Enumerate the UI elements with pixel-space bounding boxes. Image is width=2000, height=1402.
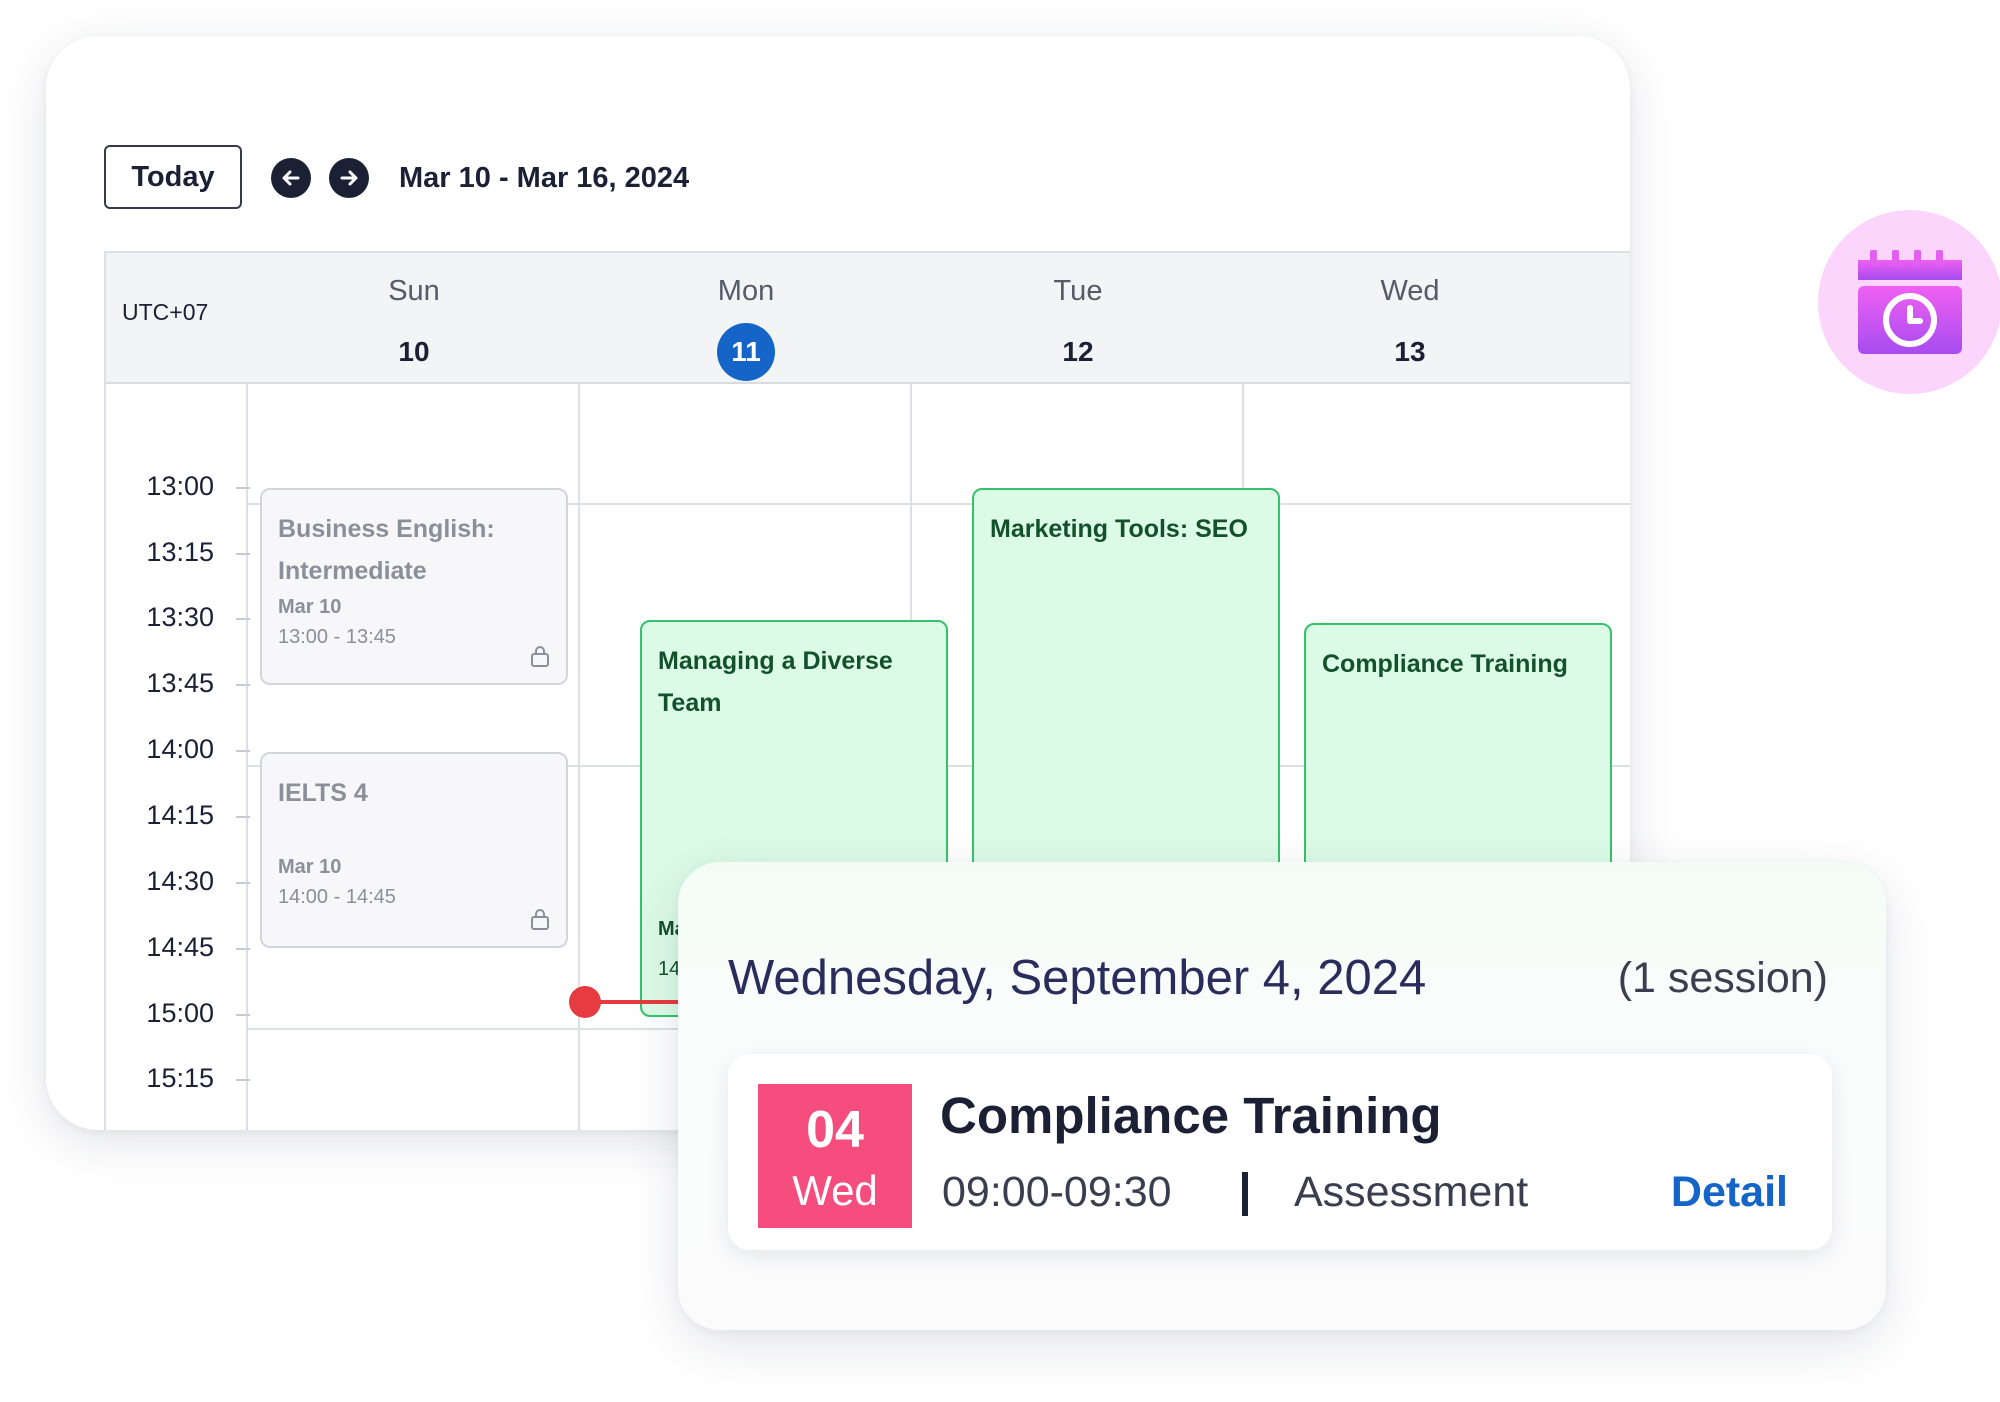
time-label: 13:15 bbox=[146, 537, 214, 567]
arrow-left-icon bbox=[282, 170, 300, 186]
day-number: 12 bbox=[1062, 336, 1094, 367]
column-divider bbox=[578, 384, 580, 1130]
event-date: Mar 10 bbox=[278, 596, 342, 618]
time-tick bbox=[236, 816, 250, 818]
popup-date-heading: Wednesday, September 4, 2024 bbox=[728, 951, 1427, 1005]
time-label: 13:00 bbox=[146, 471, 214, 501]
date-range-label: Mar 10 - Mar 16, 2024 bbox=[399, 162, 690, 194]
time-tick bbox=[236, 750, 250, 752]
today-button[interactable]: Today bbox=[104, 145, 242, 209]
time-label: 14:45 bbox=[146, 932, 214, 962]
day-name: Tue bbox=[1053, 275, 1103, 307]
day-header-sun[interactable]: Sun 10 bbox=[248, 253, 580, 384]
day-header-wed[interactable]: Wed 13 bbox=[1244, 253, 1576, 384]
day-number: 13 bbox=[1394, 336, 1426, 367]
grid-header: UTC+07 Sun 10 Mon 11 Tue 12 Wed 13 bbox=[106, 253, 1630, 384]
time-label: 15:00 bbox=[146, 998, 214, 1028]
event-date: Mar 10 bbox=[278, 856, 342, 878]
day-name: Wed bbox=[1380, 275, 1440, 307]
timezone-label: UTC+07 bbox=[122, 299, 209, 325]
lock-icon bbox=[531, 909, 549, 930]
day-name: Mon bbox=[717, 275, 775, 307]
time-tick bbox=[236, 1014, 250, 1016]
calendar-clock-icon bbox=[1858, 250, 1962, 354]
event-title: Compliance Training bbox=[1322, 650, 1568, 678]
session-type: Assessment bbox=[1294, 1168, 1529, 1216]
current-time-dot bbox=[569, 986, 601, 1018]
session-card[interactable]: 04 Wed Compliance Training 09:00-09:30 A… bbox=[728, 1054, 1832, 1250]
session-count: (1 session) bbox=[1617, 954, 1828, 1002]
event-title: Business English: Intermediate bbox=[278, 515, 495, 585]
time-label: 14:30 bbox=[146, 866, 214, 896]
session-date-badge: 04 Wed bbox=[758, 1084, 912, 1228]
time-label: 14:15 bbox=[146, 800, 214, 830]
time-tick bbox=[236, 553, 250, 555]
time-tick bbox=[236, 618, 250, 620]
day-header-tue[interactable]: Tue 12 bbox=[912, 253, 1244, 384]
calendar-clock-badge bbox=[1818, 210, 2000, 394]
event-time: 14:00 - 14:45 bbox=[278, 886, 396, 908]
event-ielts[interactable]: IELTS 4 Mar 10 14:00 - 14:45 bbox=[260, 752, 568, 948]
time-label: 14:00 bbox=[146, 734, 214, 764]
day-name: Sun bbox=[388, 275, 440, 307]
event-title: IELTS 4 bbox=[278, 779, 368, 807]
event-time: 13:00 - 13:45 bbox=[278, 626, 396, 648]
time-tick bbox=[236, 684, 250, 686]
detail-link[interactable]: Detail bbox=[1671, 1164, 1788, 1220]
session-popup: Wednesday, September 4, 2024 (1 session)… bbox=[678, 862, 1886, 1330]
event-title: Marketing Tools: SEO bbox=[990, 515, 1248, 543]
arrow-right-icon bbox=[340, 170, 358, 186]
column-divider bbox=[246, 384, 248, 1130]
time-tick bbox=[236, 882, 250, 884]
event-business-english[interactable]: Business English: Intermediate Mar 10 13… bbox=[260, 488, 568, 685]
time-tick bbox=[236, 487, 250, 489]
lock-icon bbox=[531, 646, 549, 667]
time-label: 15:15 bbox=[146, 1063, 214, 1093]
session-title: Compliance Training bbox=[940, 1087, 1442, 1144]
prev-week-button[interactable] bbox=[271, 158, 311, 198]
time-tick bbox=[236, 1079, 250, 1081]
badge-weekday: Wed bbox=[792, 1167, 878, 1214]
time-label: 13:30 bbox=[146, 602, 214, 632]
time-tick bbox=[236, 948, 250, 950]
separator bbox=[1242, 1172, 1248, 1216]
day-header-mon[interactable]: Mon 11 bbox=[580, 253, 912, 384]
session-time: 09:00-09:30 bbox=[942, 1168, 1172, 1216]
event-title: Managing a Diverse Team bbox=[658, 647, 893, 717]
time-label: 13:45 bbox=[146, 668, 214, 698]
today-day-number: 11 bbox=[717, 323, 775, 381]
next-week-button[interactable] bbox=[329, 158, 369, 198]
day-number: 10 bbox=[398, 336, 430, 367]
badge-day: 04 bbox=[806, 1101, 864, 1159]
